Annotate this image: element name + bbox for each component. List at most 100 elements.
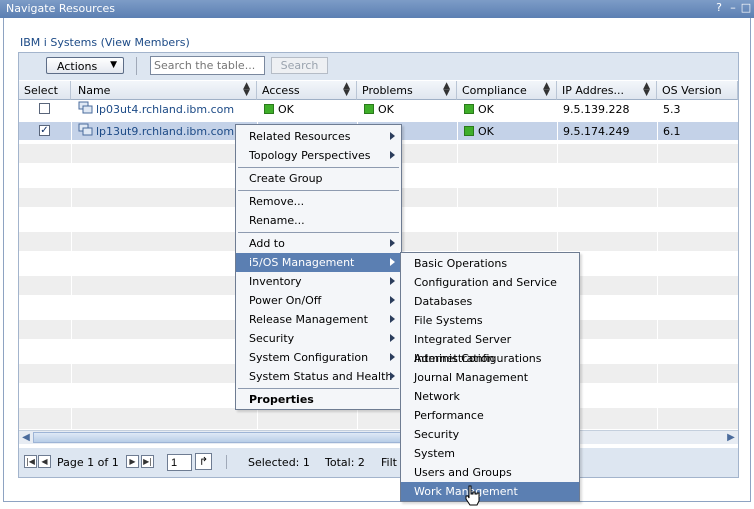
first-page-icon[interactable]: |◀ [24, 455, 37, 468]
help-icon[interactable]: ? [712, 1, 726, 15]
menu-item-topology-perspectives[interactable]: Topology Perspectives [236, 146, 401, 165]
submenu-arrow-icon [390, 239, 395, 247]
submenu-item-configuration-service[interactable]: Configuration and Service [401, 273, 579, 292]
submenu-arrow-icon [390, 315, 395, 323]
hand-cursor-icon [465, 485, 480, 506]
ip-address: 9.5.139.228 [563, 103, 630, 116]
access-status: OK [264, 103, 294, 116]
problems-status: OK [364, 103, 394, 116]
actions-dropdown[interactable]: Actions ▼ [46, 57, 124, 74]
system-icon [78, 101, 93, 114]
sort-icon[interactable]: ▲ ▼ [443, 82, 450, 98]
table-row[interactable]: lp03ut4.rchland.ibm.com OK OK OK 9.5.139… [19, 100, 738, 119]
column-header-name[interactable]: Name ▲ ▼ [71, 81, 257, 100]
submenu-item-work-management[interactable]: Work Management [401, 482, 579, 501]
menu-item-release-management[interactable]: Release Management [236, 310, 401, 329]
menu-item-system-status-health[interactable]: System Status and Health [236, 367, 401, 386]
submenu-arrow-icon [390, 151, 395, 159]
page-number-input[interactable] [167, 454, 192, 471]
ok-status-icon [364, 104, 374, 114]
compliance-status: OK [464, 103, 494, 116]
submenu-arrow-icon [390, 277, 395, 285]
submenu-item-file-systems[interactable]: File Systems [401, 311, 579, 330]
system-icon [78, 123, 93, 136]
submenu-item-security[interactable]: Security [401, 425, 579, 444]
ok-status-icon [464, 104, 474, 114]
context-menu: Related Resources Topology Perspectives … [235, 124, 402, 410]
menu-item-add-to[interactable]: Add to [236, 234, 401, 253]
menu-item-security[interactable]: Security [236, 329, 401, 348]
restore-icon[interactable]: □ [739, 1, 753, 15]
column-header-ip-address[interactable]: IP Addres... ▲ ▼ [557, 81, 657, 100]
submenu-arrow-icon [390, 334, 395, 342]
breadcrumb[interactable]: IBM i Systems (View Members) [20, 36, 190, 49]
menu-item-related-resources[interactable]: Related Resources [236, 127, 401, 146]
row-select-checkbox-checked[interactable]: ✓ [39, 125, 50, 136]
actions-label: Actions [57, 60, 98, 73]
submenu-item-basic-operations[interactable]: Basic Operations [401, 254, 579, 273]
column-header-compliance[interactable]: Compliance ▲ ▼ [457, 81, 557, 100]
submenu-item-internet-configurations[interactable]: Internet Configurations [401, 349, 579, 368]
ip-address: 9.5.174.249 [563, 125, 630, 138]
search-input[interactable] [150, 56, 265, 75]
footer-separator [226, 455, 227, 469]
column-header-access[interactable]: Access ▲ ▼ [257, 81, 357, 100]
submenu-arrow-icon [390, 258, 395, 266]
submenu-arrow-icon [390, 296, 395, 304]
window-title: Navigate Resources [6, 2, 116, 15]
minimize-icon[interactable]: – [726, 1, 740, 15]
submenu-item-databases[interactable]: Databases [401, 292, 579, 311]
system-name-link[interactable]: lp03ut4.rchland.ibm.com [96, 103, 234, 116]
submenu-item-users-groups[interactable]: Users and Groups [401, 463, 579, 482]
submenu-arrow-icon [390, 132, 395, 140]
menu-item-create-group[interactable]: Create Group [236, 169, 401, 188]
menu-item-power-on-off[interactable]: Power On/Off [236, 291, 401, 310]
menu-item-rename[interactable]: Rename... [236, 211, 401, 230]
ok-status-icon [264, 104, 274, 114]
last-page-icon[interactable]: ▶| [141, 455, 154, 468]
selected-count: Selected: 1 [248, 456, 310, 469]
filter-label: Filt [381, 456, 397, 469]
next-page-icon[interactable]: ▶ [126, 455, 139, 468]
submenu-item-performance[interactable]: Performance [401, 406, 579, 425]
search-button[interactable]: Search [271, 57, 328, 74]
page-indicator: Page 1 of 1 [57, 456, 119, 469]
scroll-right-icon[interactable]: ▶ [724, 431, 738, 444]
compliance-status: OK [464, 125, 494, 138]
os-version: 6.1 [663, 125, 681, 138]
sort-icon[interactable]: ▲ ▼ [343, 82, 350, 98]
toolbar-separator [136, 57, 137, 75]
menu-item-i5os-management[interactable]: i5/OS Management [236, 253, 401, 272]
row-select-checkbox[interactable] [39, 103, 50, 114]
menu-separator [238, 190, 399, 191]
column-header-select[interactable]: Select [19, 81, 71, 100]
os-version: 5.3 [663, 103, 681, 116]
menu-item-properties[interactable]: Properties [236, 390, 401, 409]
total-count: Total: 2 [325, 456, 365, 469]
column-header-problems[interactable]: Problems ▲ ▼ [357, 81, 457, 100]
menu-separator [238, 167, 399, 168]
chevron-down-icon: ▼ [110, 60, 117, 70]
menu-item-inventory[interactable]: Inventory [236, 272, 401, 291]
previous-page-icon[interactable]: ◀ [38, 455, 51, 468]
scroll-left-icon[interactable]: ◀ [19, 431, 33, 444]
empty-row [19, 408, 738, 430]
column-header-os-version[interactable]: OS Version [657, 81, 738, 100]
table-toolbar [19, 53, 738, 80]
menu-item-remove[interactable]: Remove... [236, 192, 401, 211]
sort-icon[interactable]: ▲ ▼ [543, 82, 550, 98]
menu-item-system-configuration[interactable]: System Configuration [236, 348, 401, 367]
system-name-link[interactable]: lp13ut9.rchland.ibm.com [96, 125, 234, 138]
submenu-item-journal-management[interactable]: Journal Management [401, 368, 579, 387]
submenu-arrow-icon [390, 353, 395, 361]
ok-status-icon [464, 126, 474, 136]
go-page-icon[interactable]: ↱ [195, 453, 212, 470]
horizontal-scrollbar[interactable]: ◀ ▶ [19, 430, 738, 444]
window-titlebar: Navigate Resources ? – □ [0, 0, 754, 18]
submenu-i5os-management: Basic Operations Configuration and Servi… [400, 252, 580, 502]
sort-icon[interactable]: ▲ ▼ [243, 82, 250, 98]
submenu-item-network[interactable]: Network [401, 387, 579, 406]
submenu-item-integrated-server-admin[interactable]: Integrated Server Administration [401, 330, 579, 365]
submenu-item-system[interactable]: System [401, 444, 579, 463]
sort-icon[interactable]: ▲ ▼ [643, 82, 650, 98]
